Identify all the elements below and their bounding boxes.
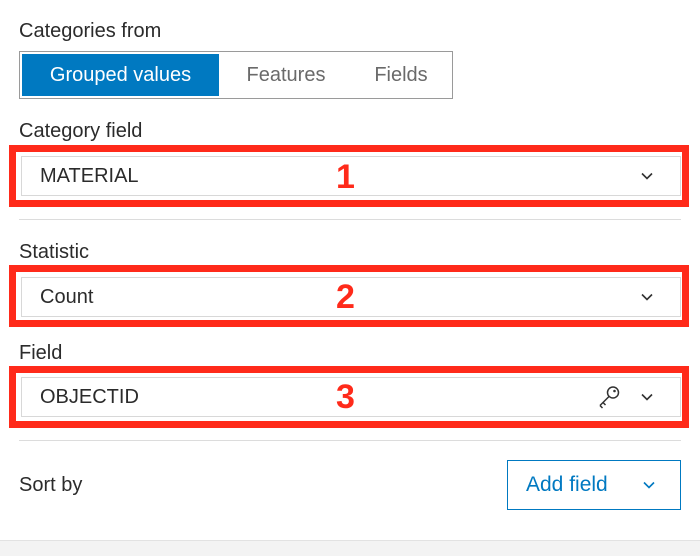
chevron-down-icon (643, 481, 655, 489)
statistic-label: Statistic (19, 241, 90, 263)
categories-from-segmented-control: Grouped values Features Fields (19, 51, 453, 99)
field-value: OBJECTID (40, 385, 139, 408)
field-label: Field (19, 342, 63, 364)
add-field-button[interactable]: Add field (507, 460, 681, 510)
key-icon (599, 386, 620, 409)
chart-data-panel: Categories from Grouped values Features … (0, 0, 700, 556)
segment-features[interactable]: Features (219, 54, 353, 96)
field-select[interactable]: OBJECTID (21, 377, 681, 417)
segment-fields[interactable]: Fields (353, 54, 449, 96)
panel-footer (0, 540, 700, 556)
chevron-down-icon (641, 293, 653, 301)
divider (19, 219, 681, 220)
sort-by-label: Sort by (19, 474, 83, 496)
category-field-select[interactable]: MATERIAL (21, 156, 681, 196)
category-field-label: Category field (19, 120, 143, 142)
divider (19, 440, 681, 441)
segment-grouped-values[interactable]: Grouped values (22, 54, 219, 96)
chevron-down-icon (641, 393, 653, 401)
statistic-select[interactable]: Count (21, 277, 681, 317)
statistic-value: Count (40, 285, 94, 308)
add-field-label: Add field (526, 473, 608, 496)
categories-from-label: Categories from (19, 20, 162, 42)
category-field-value: MATERIAL (40, 164, 139, 187)
chevron-down-icon (641, 172, 653, 180)
